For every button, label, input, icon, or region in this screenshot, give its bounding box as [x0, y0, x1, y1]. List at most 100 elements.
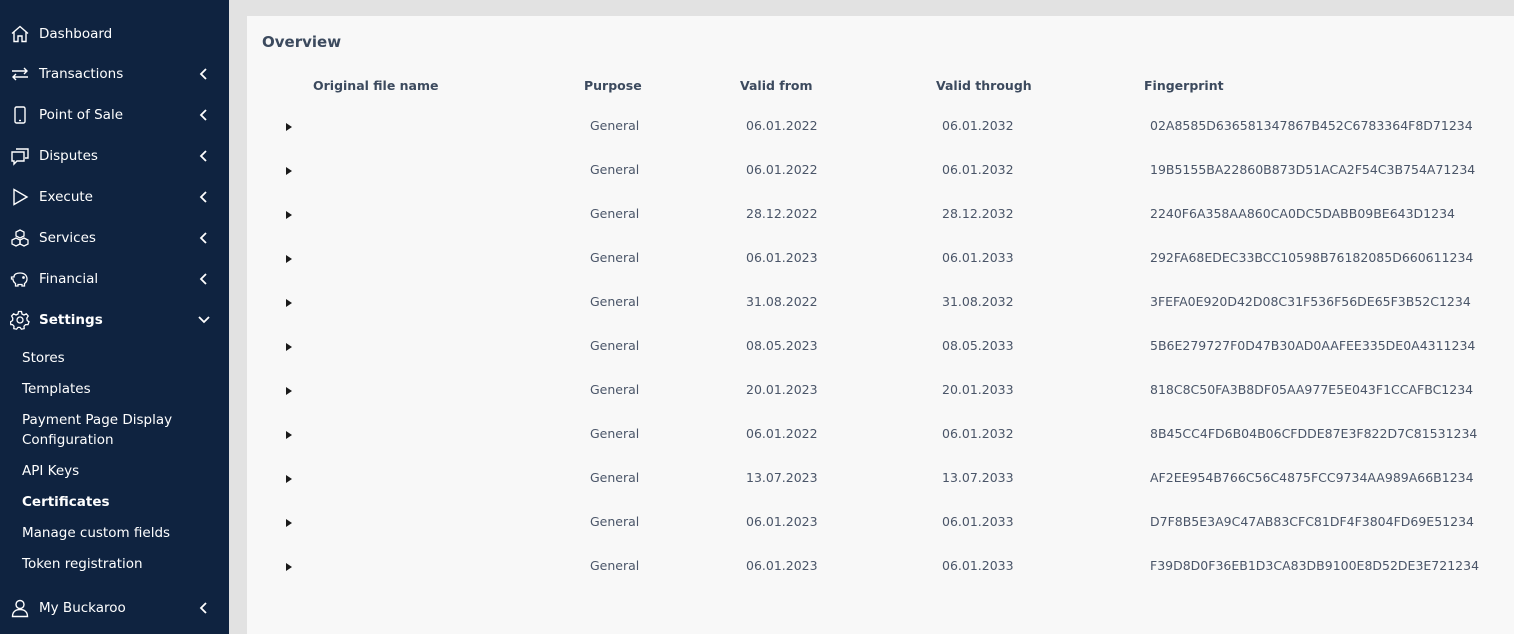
gear-icon [10, 310, 30, 330]
nav-label: Settings [39, 312, 103, 328]
expand-row-icon[interactable] [283, 121, 295, 133]
cell-valid-from: 20.01.2023 [746, 382, 818, 397]
table-row[interactable]: General 31.08.2022 31.08.2032 3FEFA0E920D42… [247, 294, 1514, 338]
column-header-fingerprint: Fingerprint [1144, 78, 1224, 93]
expand-row-icon[interactable] [283, 561, 295, 573]
cell-purpose: General [590, 162, 640, 177]
cell-valid-from: 13.07.2023 [746, 470, 818, 485]
chevron-left-icon [199, 191, 207, 203]
nav-item-dashboard[interactable]: Dashboard [0, 17, 229, 51]
cell-fingerprint: D7F8B5E3A9C47AB83CFC81DF4F3804FD69E51234 [1150, 514, 1474, 529]
cell-fingerprint: 19B5155BA22860B873D51ACA2F54C3B754A71234 [1150, 162, 1476, 177]
nav-item-disputes[interactable]: Disputes [0, 139, 229, 173]
column-header-original-file-name: Original file name [313, 78, 439, 93]
sidebar: Dashboard Transactions Point of Sale Dis… [0, 0, 229, 634]
column-header-valid-from: Valid from [740, 78, 813, 93]
sub-item-templates[interactable]: Templates [22, 379, 217, 399]
chevron-left-icon [199, 68, 207, 80]
cell-valid-from: 31.08.2022 [746, 294, 818, 309]
cell-purpose: General [590, 250, 640, 265]
cell-valid-through: 06.01.2032 [942, 162, 1014, 177]
table-row[interactable]: General 06.01.2023 06.01.2033 D7F8B5E3A9C47… [247, 514, 1514, 558]
expand-row-icon[interactable] [283, 253, 295, 265]
table-row[interactable]: General 13.07.2023 13.07.2033 AF2EE954B766C… [247, 470, 1514, 514]
chat-bubbles-icon [10, 146, 30, 166]
cell-valid-from: 08.05.2023 [746, 338, 818, 353]
cell-purpose: General [590, 294, 640, 309]
expand-row-icon[interactable] [283, 385, 295, 397]
cell-fingerprint: 02A8585D636581347867B452C6783364F8D71234 [1150, 118, 1473, 133]
nav-label: Financial [39, 271, 99, 287]
nav-label: My Buckaroo [39, 600, 126, 616]
nav-item-execute[interactable]: Execute [0, 180, 229, 214]
nav-item-settings[interactable]: Settings [0, 303, 229, 337]
chevron-left-icon [199, 602, 207, 614]
cell-valid-from: 06.01.2023 [746, 250, 818, 265]
table-row[interactable]: General 08.05.2023 08.05.2033 5B6E279727F0D… [247, 338, 1514, 382]
expand-row-icon[interactable] [283, 165, 295, 177]
table-row[interactable]: General 20.01.2023 20.01.2033 818C8C50FA3B8… [247, 382, 1514, 426]
nav-item-my-buckaroo[interactable]: My Buckaroo [0, 591, 229, 625]
expand-row-icon[interactable] [283, 209, 295, 221]
cell-purpose: General [590, 118, 640, 133]
chevron-down-icon [198, 316, 210, 324]
cell-valid-through: 06.01.2033 [942, 514, 1014, 529]
table-row[interactable]: General 06.01.2022 06.01.2032 19B5155BA2286… [247, 162, 1514, 206]
column-header-valid-through: Valid through [936, 78, 1032, 93]
cell-valid-from: 06.01.2022 [746, 426, 818, 441]
cell-valid-through: 20.01.2033 [942, 382, 1014, 397]
cell-valid-through: 13.07.2033 [942, 470, 1014, 485]
cell-valid-from: 06.01.2022 [746, 118, 818, 133]
table-row[interactable]: General 06.01.2023 06.01.2033 F39D8D0F36EB1… [247, 558, 1514, 602]
nav-item-services[interactable]: Services [0, 221, 229, 255]
expand-row-icon[interactable] [283, 429, 295, 441]
cell-valid-from: 06.01.2023 [746, 558, 818, 573]
nav-label: Disputes [39, 148, 98, 164]
cell-purpose: General [590, 338, 640, 353]
page-title: Overview [262, 33, 342, 51]
transfer-arrows-icon [10, 64, 30, 84]
table-row[interactable]: General 06.01.2022 06.01.2032 02A8585D63658… [247, 118, 1514, 162]
cell-fingerprint: 8B45CC4FD6B04B06CFDDE87E3F822D7C81531234 [1150, 426, 1478, 441]
cell-valid-through: 06.01.2033 [942, 250, 1014, 265]
cell-valid-through: 06.01.2032 [942, 118, 1014, 133]
cell-valid-through: 08.05.2033 [942, 338, 1014, 353]
cell-purpose: General [590, 426, 640, 441]
cell-purpose: General [590, 558, 640, 573]
nav-item-transactions[interactable]: Transactions [0, 57, 229, 91]
user-icon [10, 598, 30, 618]
nav-item-financial[interactable]: Financial [0, 262, 229, 296]
home-icon [10, 24, 30, 44]
expand-row-icon[interactable] [283, 517, 295, 529]
cell-purpose: General [590, 514, 640, 529]
nav-label: Point of Sale [39, 107, 124, 123]
mobile-device-icon [10, 105, 30, 125]
cell-purpose: General [590, 470, 640, 485]
cell-fingerprint: F39D8D0F36EB1D3CA83DB9100E8D52DE3E721234 [1150, 558, 1480, 573]
sub-item-manage-custom-fields[interactable]: Manage custom fields [22, 523, 217, 543]
sub-item-certificates[interactable]: Certificates [22, 492, 217, 512]
table-row[interactable]: General 06.01.2023 06.01.2033 292FA68EDEC33… [247, 250, 1514, 294]
expand-row-icon[interactable] [283, 473, 295, 485]
expand-row-icon[interactable] [283, 297, 295, 309]
cell-fingerprint: 292FA68EDEC33BCC10598B76182085D660611234 [1150, 250, 1474, 265]
chevron-left-icon [199, 273, 207, 285]
cell-valid-from: 06.01.2023 [746, 514, 818, 529]
nav-label: Execute [39, 189, 93, 205]
sub-item-token-registration[interactable]: Token registration [22, 554, 217, 574]
cell-fingerprint: 5B6E279727F0D47B30AD0AAFEE335DE0A4311234 [1150, 338, 1476, 353]
sub-item-stores[interactable]: Stores [22, 348, 217, 368]
chevron-left-icon [199, 109, 207, 121]
cell-fingerprint: 3FEFA0E920D42D08C31F536F56DE65F3B52C1234 [1150, 294, 1471, 309]
nav-item-point-of-sale[interactable]: Point of Sale [0, 98, 229, 132]
sub-item-payment-page-display-configuration[interactable]: Payment Page Display Configuration [22, 410, 217, 450]
expand-row-icon[interactable] [283, 341, 295, 353]
nav-label: Transactions [39, 66, 124, 82]
cell-fingerprint: 2240F6A358AA860CA0DC5DABB09BE643D1234 [1150, 206, 1455, 221]
table-row[interactable]: General 06.01.2022 06.01.2032 8B45CC4FD6B04… [247, 426, 1514, 470]
cell-valid-through: 06.01.2032 [942, 426, 1014, 441]
piggy-bank-icon [10, 269, 30, 289]
cubes-icon [10, 228, 30, 248]
sub-item-api-keys[interactable]: API Keys [22, 461, 217, 481]
table-row[interactable]: General 28.12.2022 28.12.2032 2240F6A358AA8… [247, 206, 1514, 250]
